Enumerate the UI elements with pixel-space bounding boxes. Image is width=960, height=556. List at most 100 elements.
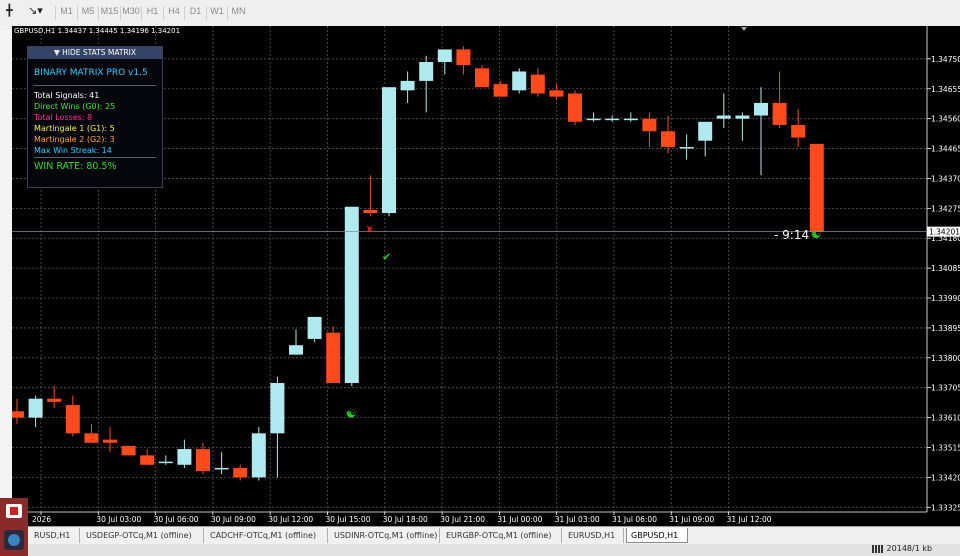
candle-body — [754, 102, 768, 116]
candle-body — [270, 382, 285, 434]
x-tick-label: 30 Jul 06:00 — [154, 515, 199, 524]
loss-marker-icon: x — [366, 224, 373, 235]
timeframe-w1[interactable]: W1 — [205, 6, 228, 20]
chart-shift-marker-icon — [741, 27, 747, 31]
candle-body — [121, 445, 136, 456]
x-tick-label: 30 Jul 21:00 — [440, 515, 485, 524]
x-tick-label: 30 Jul 18:00 — [383, 515, 428, 524]
candle-body — [158, 461, 173, 464]
y-tick-label: 1.34560 — [931, 115, 960, 124]
y-tick-label: 1.34085 — [931, 264, 960, 273]
candle-body — [251, 433, 266, 478]
candle-body — [549, 90, 564, 97]
y-tick-label: 1.34655 — [931, 85, 960, 94]
chart-tab[interactable]: EURGBP-OTCq,M1 (offline) — [442, 528, 562, 543]
y-tick-label: 1.34465 — [931, 145, 960, 154]
x-tick-label: 30 Jul 09:00 — [211, 515, 256, 524]
app-icon-mark — [10, 507, 18, 515]
timeframe-m15[interactable]: M15 — [98, 6, 120, 20]
timeframe-mn[interactable]: MN — [227, 6, 249, 20]
y-tick-label: 1.34275 — [931, 204, 960, 213]
candle-body — [326, 332, 341, 383]
candle-body — [307, 316, 322, 339]
candle-body — [605, 118, 620, 121]
timeframe-h1[interactable]: H1 — [141, 6, 163, 20]
chart-tab[interactable]: CADCHF-OTCq,M1 (offline) — [206, 528, 328, 543]
draw-tools-dropdown-icon[interactable]: ↘▾ — [28, 4, 43, 22]
browser-icon-mark — [8, 534, 20, 546]
candle-body — [437, 49, 452, 63]
candle-body — [47, 398, 62, 402]
candle-body — [512, 71, 527, 91]
x-tick-label: 31 Jul 06:00 — [612, 515, 657, 524]
timeframe-m5[interactable]: M5 — [76, 6, 99, 20]
candle-body — [586, 118, 601, 121]
hide-stats-matrix-button[interactable]: ▼ HIDE STATS MATRIX — [28, 47, 162, 59]
candle-body — [196, 449, 210, 472]
signal-yinyang-icon: ☯ — [346, 407, 357, 421]
timeframe-h4[interactable]: H4 — [162, 6, 185, 20]
candle-body — [214, 467, 229, 470]
candle-body — [679, 146, 694, 149]
timeframe-m1[interactable]: M1 — [55, 6, 77, 20]
candle-body — [382, 87, 396, 214]
chart-tab[interactable]: USDEGP-OTCq,M1 (offline) — [82, 528, 204, 543]
candle-body — [233, 467, 248, 478]
crosshair-tool-icon[interactable]: ╋ — [6, 4, 13, 22]
current-price-label: 1.34201 — [929, 228, 960, 237]
candle-body — [642, 118, 657, 132]
toolbar: ╋ ↘▾ M1 M5 M15 M30 H1 H4 D1 W1 MN — [0, 0, 960, 27]
candle-body — [12, 411, 24, 418]
chart-tab[interactable]: GBPUSD,H1 — [626, 528, 688, 543]
y-tick-label: 1.34750 — [931, 55, 960, 64]
candle-body — [716, 115, 731, 119]
x-tick-label: 31 Jul 03:00 — [555, 515, 600, 524]
y-tick-label: 1.33420 — [931, 473, 960, 482]
candle-body — [493, 84, 508, 97]
y-tick-label: 1.33895 — [931, 324, 960, 333]
status-traffic-text: 20148/1 kb — [886, 544, 933, 553]
candle-body — [772, 102, 787, 125]
timeframe-d1[interactable]: D1 — [184, 6, 206, 20]
y-tick-label: 1.33990 — [931, 294, 960, 303]
status-bars-icon — [872, 544, 884, 553]
chart-tab-bar: RUSD,H1 USDEGP-OTCq,M1 (offline) CADCHF-OT… — [0, 526, 960, 545]
x-tick-label: 30 Jul 15:00 — [326, 515, 371, 524]
x-tick-label: 31 Jul 00:00 — [497, 515, 542, 524]
candle-body — [28, 398, 43, 418]
app-icon[interactable] — [6, 504, 22, 518]
candle-body — [419, 62, 434, 81]
stat-total-losses: Total Losses: 8 — [34, 113, 93, 122]
chart-symbol-info: GBPUSD,H1 1.34437 1.34445 1.34196 1.3420… — [14, 27, 181, 35]
y-tick-label: 1.33705 — [931, 384, 960, 393]
win-rate: WIN RATE: 80.5% — [34, 161, 117, 172]
y-tick-label: 1.33610 — [931, 414, 960, 423]
stats-title: BINARY MATRIX PRO v1.5 — [34, 68, 148, 78]
x-tick-label: 30 Jul 03:00 — [96, 515, 141, 524]
stat-max-win-streak: Max Win Streak: 14 — [34, 146, 112, 155]
candle-body — [84, 433, 99, 443]
stat-total-signals: Total Signals: 41 — [34, 91, 100, 100]
candle-body — [623, 118, 638, 121]
candle-body — [289, 345, 303, 355]
chart-tab[interactable]: RUSD,H1 — [30, 528, 80, 543]
chart-tab[interactable]: USDINR-OTCq,M1 (offline) — [330, 528, 440, 543]
candle-body — [400, 80, 415, 91]
x-tick-label: 31 Jul 12:00 — [727, 515, 772, 524]
status-bar: 20148/1 kb — [0, 544, 960, 556]
x-tick-label: 31 Jul 09:00 — [669, 515, 714, 524]
timeframe-m30[interactable]: M30 — [119, 6, 142, 20]
candle-body — [735, 115, 750, 119]
y-tick-label: 1.33800 — [931, 354, 960, 363]
candle-body — [103, 439, 117, 443]
chart-tab[interactable]: EURUSD,H1 — [564, 528, 624, 543]
candle-body — [456, 49, 471, 66]
status-traffic: 20148/1 kb — [872, 544, 932, 553]
stat-martingale-1: Martingale 1 (G1): 5 — [34, 124, 115, 133]
stat-martingale-2: Martingale 2 (G2): 3 — [34, 135, 115, 144]
candle-body — [698, 121, 713, 141]
candle-body — [568, 93, 582, 122]
candle-body — [344, 206, 359, 383]
x-tick-label: 2026 — [32, 515, 51, 524]
browser-icon[interactable] — [4, 530, 24, 550]
